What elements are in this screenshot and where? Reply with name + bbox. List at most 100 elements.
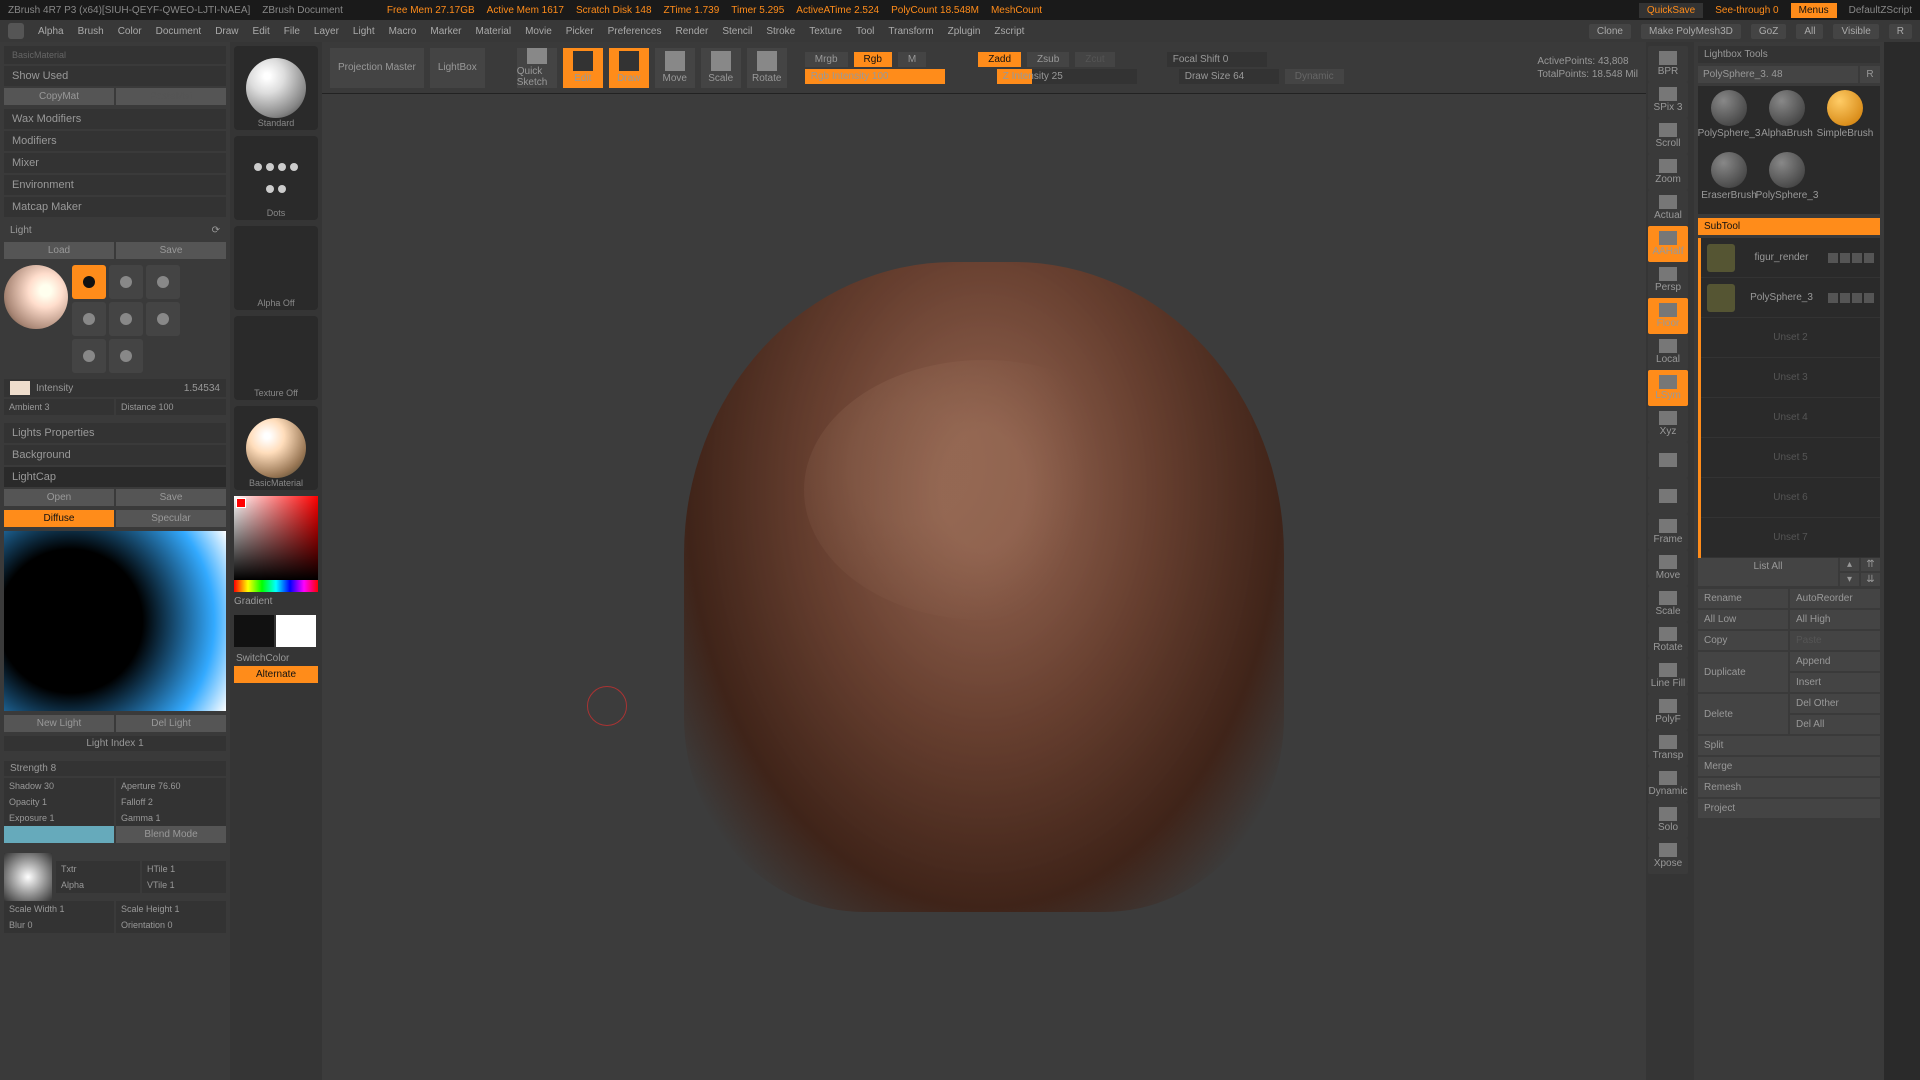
- append-button[interactable]: Append: [1790, 652, 1880, 671]
- background-header[interactable]: Background: [4, 445, 226, 465]
- gradient-label[interactable]: Gradient: [234, 592, 318, 611]
- make-polymesh-button[interactable]: Make PolyMesh3D: [1641, 24, 1741, 39]
- scroll-down-icon[interactable]: ▾: [1840, 573, 1859, 586]
- scroll-up-icon[interactable]: ▴: [1840, 558, 1859, 571]
- refresh-icon[interactable]: ⟳: [212, 225, 220, 236]
- subtool-row[interactable]: figur_render: [1701, 238, 1880, 278]
- menu-stencil[interactable]: Stencil: [722, 26, 752, 37]
- shelf-transp[interactable]: Transp: [1648, 730, 1688, 766]
- falloff-slider[interactable]: Falloff 2: [116, 794, 226, 810]
- intensity-slider[interactable]: Intensity 1.54534: [4, 379, 226, 397]
- visibility-toggle-icon[interactable]: [1864, 293, 1874, 303]
- menu-document[interactable]: Document: [156, 26, 202, 37]
- rotate-mode-button[interactable]: Rotate: [747, 48, 787, 88]
- edit-mode-button[interactable]: Edit: [563, 48, 603, 88]
- shelf-btn-11[interactable]: [1648, 442, 1688, 478]
- del-light-button[interactable]: Del Light: [116, 715, 226, 732]
- m-button[interactable]: M: [898, 52, 926, 67]
- subtool-row[interactable]: Unset 2: [1701, 318, 1880, 358]
- tool-r-button[interactable]: R: [1860, 66, 1880, 83]
- goz-r-button[interactable]: R: [1889, 24, 1912, 39]
- section-matcap-maker[interactable]: Matcap Maker: [4, 197, 226, 217]
- lightbox-button[interactable]: LightBox: [430, 48, 485, 88]
- goz-visible-button[interactable]: Visible: [1833, 24, 1878, 39]
- menu-tool[interactable]: Tool: [856, 26, 874, 37]
- subtool-row[interactable]: Unset 7: [1701, 518, 1880, 558]
- visibility-toggle-icon[interactable]: [1828, 293, 1838, 303]
- light-slot-2[interactable]: [109, 265, 143, 299]
- project-header[interactable]: Project: [1698, 799, 1880, 818]
- light-sphere-gizmo[interactable]: [4, 265, 68, 329]
- aperture-slider[interactable]: Aperture 76.60: [116, 778, 226, 794]
- subtool-row[interactable]: Unset 3: [1701, 358, 1880, 398]
- copymat-button[interactable]: CopyMat: [4, 88, 114, 105]
- light-slot-3[interactable]: [146, 265, 180, 299]
- mrgb-button[interactable]: Mrgb: [805, 52, 848, 67]
- delete-button[interactable]: Delete: [1698, 694, 1788, 734]
- visibility-toggle-icon[interactable]: [1840, 293, 1850, 303]
- pastemat-button[interactable]: PasteMat: [116, 88, 226, 105]
- shelf-persp[interactable]: Persp: [1648, 262, 1688, 298]
- clone-button[interactable]: Clone: [1589, 24, 1631, 39]
- move-mode-button[interactable]: Move: [655, 48, 695, 88]
- menu-movie[interactable]: Movie: [525, 26, 552, 37]
- menu-file[interactable]: File: [284, 26, 300, 37]
- shadow-slider[interactable]: Shadow 30: [4, 778, 114, 794]
- vtile-slider[interactable]: VTile 1: [142, 877, 226, 893]
- orientation-slider[interactable]: Orientation 0: [116, 917, 226, 933]
- gamma-slider[interactable]: Gamma 1: [116, 810, 226, 826]
- tool-polysphere_3[interactable]: PolySphere_3: [1760, 152, 1814, 210]
- tool-alphabrush[interactable]: AlphaBrush: [1760, 90, 1814, 148]
- shelf-zoom[interactable]: Zoom: [1648, 154, 1688, 190]
- light-index-slider[interactable]: Light Index 1: [4, 736, 226, 751]
- move-up-icon[interactable]: ⇈: [1861, 558, 1880, 571]
- menus-button[interactable]: Menus: [1791, 3, 1837, 18]
- scale-width-slider[interactable]: Scale Width 1: [4, 901, 114, 917]
- lightcap-save-button[interactable]: Save: [116, 489, 226, 506]
- shelf-local[interactable]: Local: [1648, 334, 1688, 370]
- shelf-lsym[interactable]: LSym: [1648, 370, 1688, 406]
- lights-properties-header[interactable]: Lights Properties: [4, 423, 226, 443]
- lightcap-open-button[interactable]: Open: [4, 489, 114, 506]
- tray-handle[interactable]: [1884, 42, 1920, 1080]
- insert-button[interactable]: Insert: [1790, 673, 1880, 692]
- blend-mode-button[interactable]: Blend Mode: [116, 826, 226, 843]
- copy-button[interactable]: Copy: [1698, 631, 1788, 650]
- scale-height-slider[interactable]: Scale Height 1: [116, 901, 226, 917]
- tool-polysphere_3[interactable]: PolySphere_3: [1702, 90, 1756, 148]
- diffuse-button[interactable]: Diffuse: [4, 510, 114, 527]
- menu-layer[interactable]: Layer: [314, 26, 339, 37]
- color-picker[interactable]: [234, 496, 318, 580]
- z-intensity-slider[interactable]: Z Intensity 25: [997, 69, 1137, 84]
- light-color-swatch[interactable]: [10, 381, 30, 395]
- draw-mode-button[interactable]: Draw: [609, 48, 649, 88]
- visibility-toggle-icon[interactable]: [1828, 253, 1838, 263]
- rgb-intensity-slider[interactable]: Rgb Intensity 100: [805, 69, 945, 84]
- menu-draw[interactable]: Draw: [215, 26, 238, 37]
- remesh-header[interactable]: Remesh: [1698, 778, 1880, 797]
- zbrush-icon[interactable]: [8, 23, 24, 39]
- light-slot-1[interactable]: [72, 265, 106, 299]
- visibility-toggle-icon[interactable]: [1840, 253, 1850, 263]
- dynamic-button[interactable]: Dynamic: [1285, 69, 1344, 84]
- menu-transform[interactable]: Transform: [888, 26, 933, 37]
- default-zscript[interactable]: DefaultZScript: [1849, 5, 1912, 16]
- scale-mode-button[interactable]: Scale: [701, 48, 741, 88]
- menu-light[interactable]: Light: [353, 26, 375, 37]
- subtool-header[interactable]: SubTool: [1698, 218, 1880, 235]
- shelf-move[interactable]: Move: [1648, 550, 1688, 586]
- blur-slider[interactable]: Blur 0: [4, 917, 114, 933]
- shelf-floor[interactable]: Floor: [1648, 298, 1688, 334]
- light-slot-6[interactable]: [146, 302, 180, 336]
- brush-selector[interactable]: Standard: [234, 46, 318, 130]
- shelf-xyz[interactable]: Xyz: [1648, 406, 1688, 442]
- zcut-button[interactable]: Zcut: [1075, 52, 1114, 67]
- split-header[interactable]: Split: [1698, 736, 1880, 755]
- tool-simplebrush[interactable]: SimpleBrush: [1818, 90, 1872, 148]
- shelf-dynamic[interactable]: Dynamic: [1648, 766, 1688, 802]
- move-down-icon[interactable]: ⇊: [1861, 573, 1880, 586]
- lightbox-tools-header[interactable]: Lightbox Tools: [1698, 46, 1880, 63]
- visibility-toggle-icon[interactable]: [1864, 253, 1874, 263]
- menu-texture[interactable]: Texture: [809, 26, 842, 37]
- opacity-slider[interactable]: Opacity 1: [4, 794, 114, 810]
